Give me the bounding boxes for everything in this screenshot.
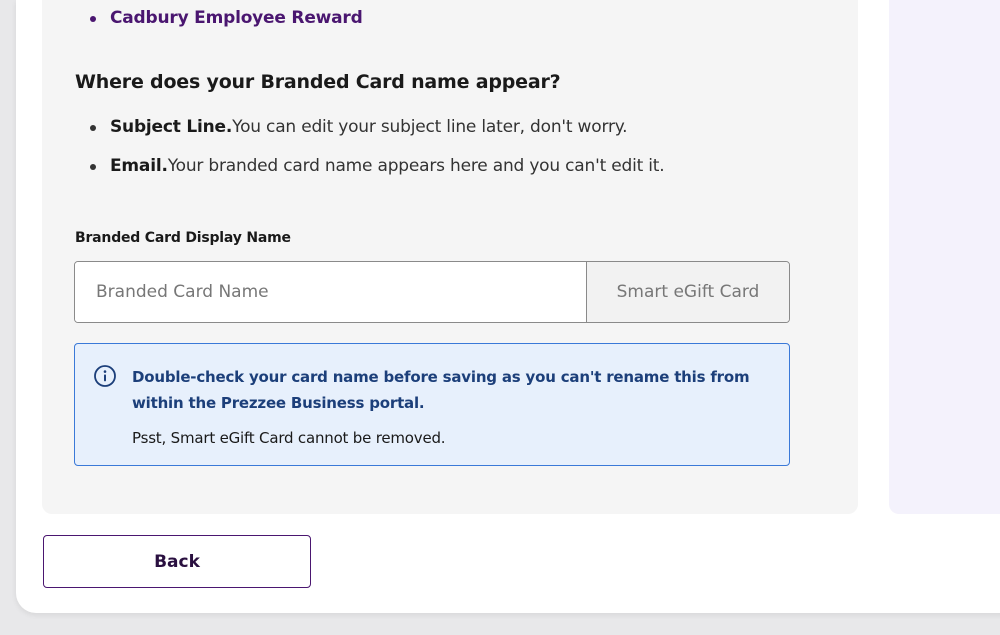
back-button[interactable]: Back <box>43 535 311 588</box>
appearance-item-term: Email. <box>110 156 168 176</box>
rename-warning-notice: Double-check your card name before savin… <box>74 343 790 466</box>
display-name-label: Branded Card Display Name <box>75 230 291 246</box>
display-name-input-group: Smart eGift Card <box>74 261 790 323</box>
appearance-item-term: Subject Line. <box>110 117 233 137</box>
branded-card-name-input[interactable] <box>75 262 586 322</box>
section-heading: Where does your Branded Card name appear… <box>75 71 561 93</box>
reward-list-item: Cadbury Employee Reward <box>90 8 363 28</box>
info-icon <box>94 365 116 387</box>
appearance-item-text: You can edit your subject line later, do… <box>232 117 628 137</box>
notice-title: Double-check your card name before savin… <box>132 368 750 412</box>
preview-panel <box>889 0 1000 514</box>
appearance-item-email: Email.Your branded card name appears her… <box>89 156 665 176</box>
notice-subtitle: Psst, Smart eGift Card cannot be removed… <box>132 429 446 447</box>
card-name-suffix: Smart eGift Card <box>586 262 789 322</box>
appearance-item-subject-line: Subject Line.You can edit your subject l… <box>89 117 628 137</box>
appearance-item-text: Your branded card name appears here and … <box>167 156 665 176</box>
